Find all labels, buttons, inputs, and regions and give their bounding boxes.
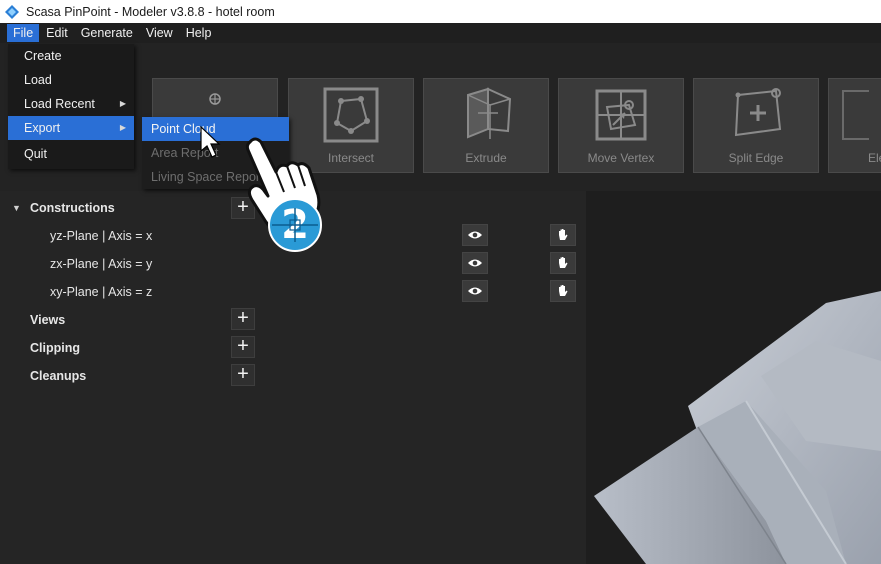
menu-item-export[interactable]: Export ▶ <box>8 116 134 140</box>
menu-item-label: Export <box>24 121 61 135</box>
visibility-toggle-xy[interactable] <box>462 280 488 302</box>
add-construction-button[interactable]: + <box>231 197 255 219</box>
menu-edit[interactable]: Edit <box>40 24 74 42</box>
hand-icon <box>559 229 568 240</box>
tree-views[interactable]: Views <box>30 307 65 333</box>
collapse-caret-icon[interactable]: ▼ <box>12 203 21 213</box>
menu-help[interactable]: Help <box>180 24 218 42</box>
move-vertex-icon <box>595 89 647 141</box>
submenu-arrow-icon: ▶ <box>119 123 126 132</box>
add-clipping-button[interactable]: + <box>231 336 255 358</box>
tool-element[interactable]: Ele <box>828 78 881 173</box>
step-badge: 2 <box>268 198 322 252</box>
tree-constructions[interactable]: Constructions <box>30 195 115 221</box>
submenu-arrow-icon: ▶ <box>119 99 126 108</box>
menu-file[interactable]: File <box>7 24 40 42</box>
tool-label: Ele <box>868 151 881 165</box>
lock-toggle-xy[interactable] <box>550 280 576 302</box>
tool-split-edge[interactable]: Split Edge <box>693 78 819 173</box>
title-bar: Scasa PinPoint - Modeler v3.8.8 - hotel … <box>0 0 881 23</box>
point-cloud-render <box>594 291 881 564</box>
add-view-button[interactable]: + <box>231 308 255 330</box>
menu-generate[interactable]: Generate <box>75 24 139 42</box>
window-title: Scasa PinPoint - Modeler v3.8.8 - hotel … <box>26 4 275 19</box>
tool-extrude[interactable]: Extrude <box>423 78 549 173</box>
tool-intersect[interactable]: Intersect <box>288 78 414 173</box>
tree-clipping[interactable]: Clipping <box>30 335 80 361</box>
visibility-toggle-zx[interactable] <box>462 252 488 274</box>
eye-icon <box>468 287 482 295</box>
visibility-toggle-yz[interactable] <box>462 224 488 246</box>
tool-move-vertex[interactable]: Move Vertex <box>558 78 684 173</box>
menu-item-create[interactable]: Create <box>8 44 134 68</box>
intersect-icon <box>323 87 379 143</box>
extrude-icon <box>467 87 512 139</box>
menu-item-quit[interactable]: Quit <box>8 142 134 166</box>
tree-plane-xy[interactable]: xy-Plane | Axis = z <box>50 279 152 305</box>
hand-icon <box>559 257 568 268</box>
tree-plane-zx[interactable]: zx-Plane | Axis = y <box>50 251 152 277</box>
add-cleanup-button[interactable]: + <box>231 364 255 386</box>
crosshair-icon <box>272 208 318 242</box>
file-menu: Create Load Load Recent ▶ Export ▶ Quit <box>8 44 134 169</box>
lock-toggle-zx[interactable] <box>550 252 576 274</box>
submenu-item-living-space-report[interactable]: Living Space Report <box>142 165 289 189</box>
tool-label: Extrude <box>465 151 507 165</box>
menu-item-label: Load Recent <box>24 97 95 111</box>
tool-label: Move Vertex <box>587 151 655 165</box>
eye-icon <box>468 231 482 239</box>
menu-view[interactable]: View <box>140 24 179 42</box>
3d-viewport[interactable] <box>586 191 881 564</box>
submenu-item-area-report[interactable]: Area Report <box>142 141 289 165</box>
lock-toggle-yz[interactable] <box>550 224 576 246</box>
hand-icon <box>559 285 568 296</box>
tree-plane-yz[interactable]: yz-Plane | Axis = x <box>50 223 152 249</box>
menu-item-load-recent[interactable]: Load Recent ▶ <box>8 92 134 116</box>
split-edge-icon <box>734 88 782 137</box>
menu-item-load[interactable]: Load <box>8 68 134 92</box>
eye-icon <box>468 259 482 267</box>
tree-cleanups[interactable]: Cleanups <box>30 363 86 389</box>
submenu-item-point-cloud[interactable]: Point Cloud <box>142 117 289 141</box>
export-submenu: Point Cloud Area Report Living Space Rep… <box>142 117 289 189</box>
element-icon <box>842 90 869 140</box>
app-logo-icon <box>5 4 19 19</box>
tool-label: Intersect <box>327 151 375 165</box>
tool-label: Split Edge <box>728 151 784 165</box>
menu-bar: File Edit Generate View Help <box>0 23 881 43</box>
